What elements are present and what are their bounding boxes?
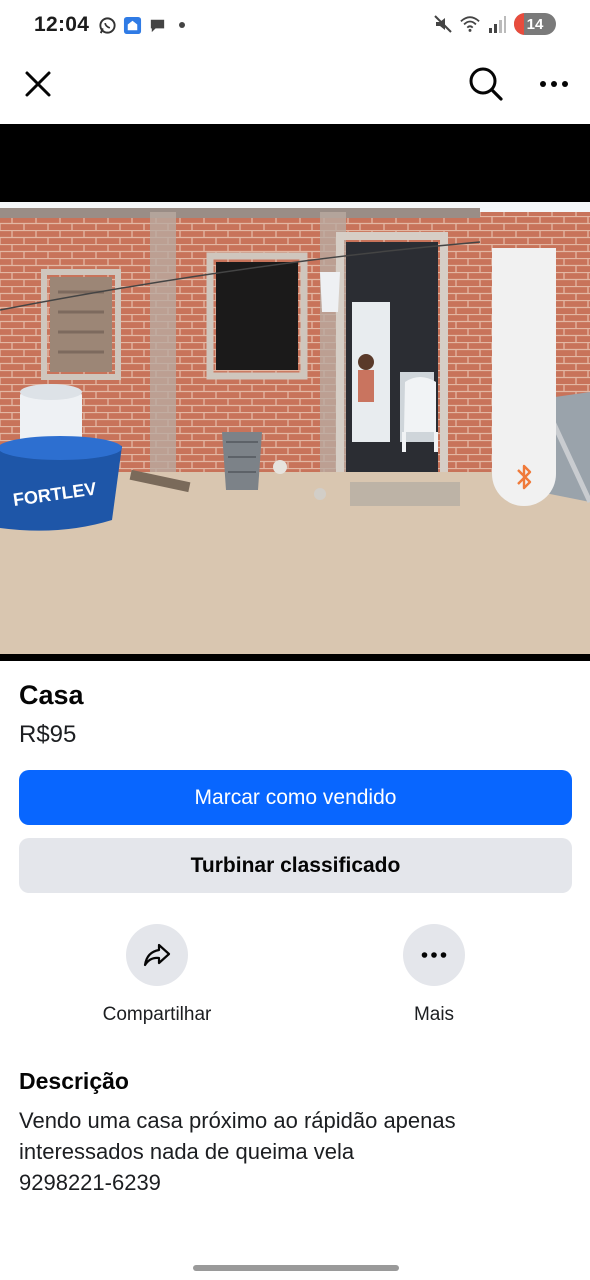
close-icon <box>25 71 51 97</box>
description-text: Vendo uma casa próximo ao rápidão apenas… <box>19 1108 456 1195</box>
more-options-button[interactable] <box>530 60 578 108</box>
search-icon <box>469 67 503 101</box>
listing-media[interactable]: FORTLEV <box>0 124 590 661</box>
mute-icon <box>433 14 453 34</box>
share-icon <box>143 943 171 967</box>
more-action[interactable]: Mais <box>354 924 514 1026</box>
more-label: Mais <box>413 1004 455 1025</box>
more-horizontal-icon <box>540 81 568 87</box>
notification-icons <box>97 15 192 35</box>
wifi-icon <box>460 14 480 34</box>
close-button[interactable] <box>14 60 62 108</box>
app-notification-icon <box>122 15 142 35</box>
battery-icon: 14 <box>514 13 556 35</box>
description-heading: Descrição <box>19 1068 129 1094</box>
share-label: Compartilhar <box>102 1004 212 1025</box>
share-action[interactable]: Compartilhar <box>77 924 237 1026</box>
more-horizontal-icon <box>421 952 447 958</box>
dot-icon <box>172 15 192 35</box>
top-nav <box>0 52 590 116</box>
system-icons: 14 <box>433 13 556 35</box>
listing-title: Casa <box>19 680 84 710</box>
bluetooth-icon <box>517 464 532 490</box>
boost-listing-button[interactable]: Turbinar classificado <box>19 838 572 893</box>
status-bar: 12:04 14 <box>0 0 590 50</box>
more-button[interactable] <box>403 924 465 986</box>
home-indicator[interactable] <box>193 1265 399 1271</box>
signal-icon <box>487 14 507 34</box>
search-button[interactable] <box>462 60 510 108</box>
mark-as-sold-button[interactable]: Marcar como vendido <box>19 770 572 825</box>
chat-bubble-icon <box>147 15 167 35</box>
scroll-indicator[interactable] <box>492 248 556 506</box>
whatsapp-icon <box>97 15 117 35</box>
listing-price: R$95 <box>19 721 77 748</box>
share-button[interactable] <box>126 924 188 986</box>
status-time: 12:04 <box>34 13 90 36</box>
battery-level: 14 <box>526 15 544 33</box>
